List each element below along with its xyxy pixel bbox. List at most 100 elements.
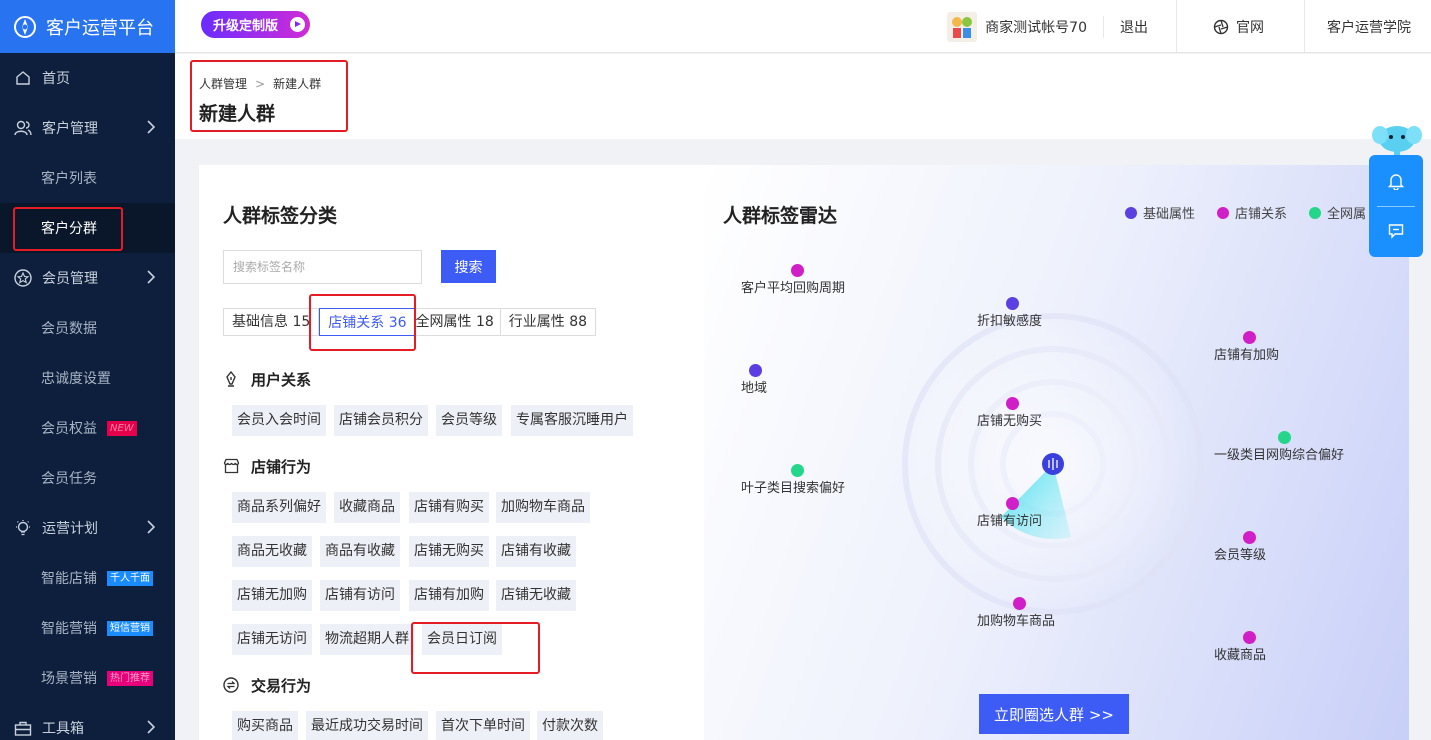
radar-point-label[interactable]: 叶子类目搜索偏好 — [741, 477, 845, 496]
tag-chip[interactable]: 会员入会时间 — [232, 405, 326, 436]
star-icon — [14, 269, 32, 287]
logout-link[interactable]: 退出 — [1104, 17, 1176, 37]
radar-point-label[interactable]: 客户平均回购周期 — [741, 277, 845, 296]
radar-point-label[interactable]: 加购物车商品 — [977, 610, 1055, 629]
brand-title: 客户运营平台 — [46, 17, 154, 39]
tab-basic-info[interactable]: 基础信息 15 — [224, 309, 320, 335]
divider — [1377, 206, 1415, 207]
sidebar-item-home[interactable]: 首页 — [0, 53, 175, 103]
tag-chip[interactable]: 商品无收藏 — [232, 536, 312, 567]
radar-point-label[interactable]: 店铺有加购 — [1214, 344, 1279, 363]
radar-point[interactable] — [1243, 331, 1256, 344]
radar-point-label[interactable]: 地域 — [741, 377, 767, 396]
radar-point[interactable] — [1278, 431, 1291, 444]
tag-chip[interactable]: 收藏商品 — [334, 492, 400, 523]
group-transaction-behavior: 交易行为 — [223, 675, 311, 696]
radar-point[interactable] — [1243, 531, 1256, 544]
tag-chip[interactable]: 物流超期人群 — [320, 624, 414, 655]
tag-chip[interactable]: 店铺无加购 — [232, 580, 312, 611]
tag-chip[interactable]: 最近成功交易时间 — [306, 711, 428, 740]
home-icon — [14, 69, 32, 87]
sidebar-item-label: 忠诚度设置 — [41, 371, 111, 387]
pen-icon — [223, 371, 240, 388]
tag-chip[interactable]: 商品有收藏 — [320, 536, 400, 567]
radar-point-label[interactable]: 店铺有访问 — [977, 510, 1042, 529]
tag-chip[interactable]: 店铺有访问 — [320, 580, 400, 611]
tag-search-input[interactable]: 搜索标签名称 — [223, 250, 422, 284]
radar-point-label[interactable]: 折扣敏感度 — [977, 310, 1042, 329]
radar-point[interactable] — [1006, 397, 1019, 410]
tag-chip[interactable]: 商品系列偏好 — [232, 492, 326, 523]
group-title: 用户关系 — [251, 371, 312, 389]
sidebar-item-operation-plan[interactable]: 运营计划 — [0, 503, 175, 553]
sidebar-item-member-management[interactable]: 会员管理 — [0, 253, 175, 303]
upgrade-button[interactable]: 升级定制版 — [201, 11, 310, 38]
radar-point[interactable] — [1013, 597, 1026, 610]
sidebar-item-member-tasks[interactable]: 会员任务 — [0, 453, 175, 503]
sidebar-item-label: 运营计划 — [42, 521, 98, 537]
highlight-box-store-tab — [309, 294, 416, 351]
sidebar-item-customer-management[interactable]: 客户管理 — [0, 103, 175, 153]
brand-bar[interactable]: 客户运营平台 — [0, 0, 175, 53]
top-header: 升级定制版 商家测试帐号70 退出 官网 客户运营学院 — [175, 0, 1431, 53]
tag-chip[interactable]: 会员等级 — [436, 405, 502, 436]
highlight-box-page-title — [190, 60, 348, 132]
radar-title: 人群标签雷达 — [723, 205, 838, 227]
sidebar-item-toolbox[interactable]: 工具箱 — [0, 703, 175, 740]
highlight-box-member-day-tag — [411, 622, 540, 674]
tag-chip[interactable]: 店铺有加购 — [409, 580, 489, 611]
bulb-icon — [14, 519, 32, 537]
academy-link[interactable]: 客户运营学院 — [1305, 17, 1431, 37]
radar-point[interactable] — [1243, 631, 1256, 644]
tag-chip[interactable]: 店铺无收藏 — [496, 580, 576, 611]
radar-point[interactable] — [791, 264, 804, 277]
sidebar-item-customer-list[interactable]: 客户列表 — [0, 153, 175, 203]
official-site-link[interactable]: 官网 — [1177, 17, 1304, 37]
legend-item: 全网属 — [1309, 203, 1366, 222]
chat-icon[interactable] — [1388, 223, 1404, 239]
sidebar-item-label: 场景营销 — [41, 671, 97, 687]
radar-point-label[interactable]: 店铺无购买 — [977, 410, 1042, 429]
tag-chip[interactable]: 店铺有收藏 — [496, 536, 576, 567]
tag-chip[interactable]: 付款次数 — [537, 711, 603, 740]
tab-industry-attributes[interactable]: 行业属性 88 — [501, 309, 595, 335]
sidebar-item-member-data[interactable]: 会员数据 — [0, 303, 175, 353]
search-button[interactable]: 搜索 — [441, 250, 496, 283]
sidebar-item-member-benefits[interactable]: 会员权益 NEW — [0, 403, 175, 453]
radar-point[interactable] — [749, 364, 762, 377]
brand-logo-icon — [14, 15, 36, 38]
tag-chip[interactable]: 店铺有购买 — [409, 492, 489, 523]
sidebar-item-label: 客户管理 — [42, 121, 98, 137]
account-menu[interactable]: 商家测试帐号70 — [947, 11, 1103, 42]
legend-dot — [1217, 206, 1229, 219]
radar-point-label[interactable]: 一级类目网购综合偏好 — [1214, 444, 1344, 463]
sidebar-item-loyalty-settings[interactable]: 忠诚度设置 — [0, 353, 175, 403]
exchange-icon — [223, 677, 240, 694]
tag-chip[interactable]: 购买商品 — [232, 711, 298, 740]
chevron-right-icon — [147, 520, 155, 534]
promo-badge: 短信营销 — [107, 620, 153, 636]
highlight-box-customer-segment — [13, 207, 123, 251]
tab-network-attributes[interactable]: 全网属性 18 — [416, 309, 501, 335]
page-header: 人群管理 > 新建人群 新建人群 — [175, 54, 1431, 139]
sidebar-item-smart-marketing[interactable]: 智能营销 短信营销 — [0, 603, 175, 653]
radar-point[interactable] — [1006, 497, 1019, 510]
tag-chip[interactable]: 店铺无访问 — [232, 624, 312, 655]
bell-icon[interactable] — [1388, 172, 1404, 190]
radar-point[interactable] — [1006, 297, 1019, 310]
sidebar-item-smart-store[interactable]: 智能店铺 千人千面 — [0, 553, 175, 603]
tag-chip[interactable]: 专属客服沉睡用户 — [511, 405, 633, 436]
tag-chip[interactable]: 加购物车商品 — [496, 492, 590, 523]
segment-builder-card: 人群标签分类 搜索标签名称 搜索 基础信息 15 店铺关系 36 全网属性 18… — [199, 165, 1409, 740]
tag-chip[interactable]: 首次下单时间 — [436, 711, 530, 740]
sidebar-item-scene-marketing[interactable]: 场景营销 热门推荐 — [0, 653, 175, 703]
legend-label: 基础属性 — [1143, 207, 1196, 222]
select-crowd-button[interactable]: 立即圈选人群 >> — [979, 694, 1129, 734]
radar-point-label[interactable]: 会员等级 — [1214, 544, 1266, 563]
chevron-right-icon — [147, 720, 155, 734]
tag-chip[interactable]: 店铺无购买 — [409, 536, 489, 567]
radar-point[interactable] — [791, 464, 804, 477]
radar-point-label[interactable]: 收藏商品 — [1214, 644, 1266, 663]
tag-chip[interactable]: 店铺会员积分 — [334, 405, 428, 436]
legend-label: 店铺关系 — [1235, 207, 1288, 222]
